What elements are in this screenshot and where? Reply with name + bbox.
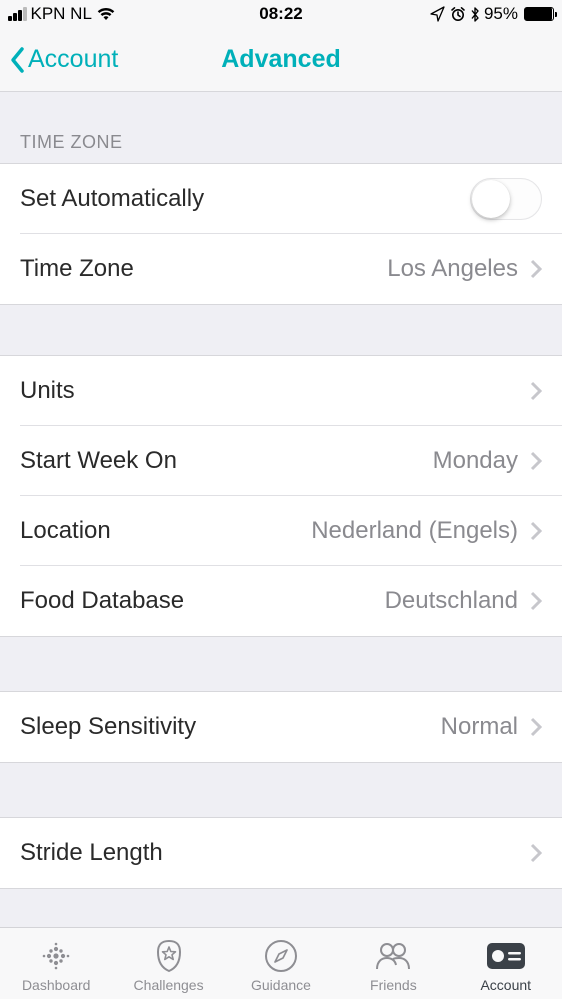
list-general: Units Start Week On Monday Location Nede… <box>0 355 562 637</box>
location-arrow-icon <box>430 6 446 22</box>
row-label: Food Database <box>20 587 184 615</box>
wifi-icon <box>96 7 116 21</box>
status-time: 08:22 <box>259 4 302 24</box>
row-start-week-on[interactable]: Start Week On Monday <box>0 426 562 496</box>
section-header-timezone: TIME ZONE <box>0 92 562 163</box>
dashboard-icon <box>39 938 73 974</box>
chevron-right-icon <box>530 381 542 401</box>
row-value: Normal <box>441 713 518 741</box>
chevron-left-icon <box>10 46 26 74</box>
chevron-right-icon <box>530 451 542 471</box>
nav-bar: Account Advanced <box>0 28 562 92</box>
row-set-automatically[interactable]: Set Automatically <box>0 164 562 234</box>
list-sleep: Sleep Sensitivity Normal <box>0 691 562 763</box>
carrier-label: KPN NL <box>31 4 92 24</box>
challenges-icon <box>152 938 186 974</box>
row-units[interactable]: Units <box>0 356 562 426</box>
tab-label: Challenges <box>134 977 204 993</box>
status-right: 95% <box>430 4 554 24</box>
battery-icon <box>524 7 554 21</box>
tab-label: Dashboard <box>22 977 91 993</box>
signal-bars-icon <box>8 7 27 21</box>
tab-bar: Dashboard Challenges Guidance <box>0 927 562 999</box>
friends-icon <box>373 938 413 974</box>
status-left: KPN NL <box>8 4 116 24</box>
tab-label: Guidance <box>251 977 311 993</box>
row-sleep-sensitivity[interactable]: Sleep Sensitivity Normal <box>0 692 562 762</box>
row-food-database[interactable]: Food Database Deutschland <box>0 566 562 636</box>
row-stride-length[interactable]: Stride Length <box>0 818 562 888</box>
row-time-zone[interactable]: Time Zone Los Angeles <box>0 234 562 304</box>
back-button[interactable]: Account <box>10 45 118 74</box>
row-value: Los Angeles <box>387 255 518 283</box>
chevron-right-icon <box>530 259 542 279</box>
list-timezone: Set Automatically Time Zone Los Angeles <box>0 163 562 305</box>
battery-pct: 95% <box>484 4 518 24</box>
chevron-right-icon <box>530 591 542 611</box>
row-value: Nederland (Engels) <box>311 517 518 545</box>
row-label: Units <box>20 377 75 405</box>
row-value: Deutschland <box>385 587 518 615</box>
guidance-icon <box>263 938 299 974</box>
tab-friends[interactable]: Friends <box>337 938 449 993</box>
row-label: Stride Length <box>20 839 163 867</box>
tab-account[interactable]: Account <box>450 938 562 993</box>
bluetooth-icon <box>470 6 480 23</box>
row-label: Sleep Sensitivity <box>20 713 196 741</box>
alarm-icon <box>450 6 466 22</box>
page-title: Advanced <box>221 45 340 74</box>
status-bar: KPN NL 08:22 95% <box>0 0 562 28</box>
row-value: Monday <box>433 447 518 475</box>
tab-dashboard[interactable]: Dashboard <box>0 938 112 993</box>
chevron-right-icon <box>530 717 542 737</box>
toggle-set-automatically[interactable] <box>470 178 542 220</box>
tab-label: Friends <box>370 977 417 993</box>
row-label: Start Week On <box>20 447 177 475</box>
chevron-right-icon <box>530 521 542 541</box>
tab-challenges[interactable]: Challenges <box>112 938 224 993</box>
row-label: Set Automatically <box>20 185 204 213</box>
back-label: Account <box>28 45 118 74</box>
row-label: Location <box>20 517 111 545</box>
list-stride: Stride Length <box>0 817 562 889</box>
row-label: Time Zone <box>20 255 134 283</box>
tab-guidance[interactable]: Guidance <box>225 938 337 993</box>
tab-label: Account <box>480 977 531 993</box>
row-location[interactable]: Location Nederland (Engels) <box>0 496 562 566</box>
chevron-right-icon <box>530 843 542 863</box>
account-icon <box>484 938 528 974</box>
